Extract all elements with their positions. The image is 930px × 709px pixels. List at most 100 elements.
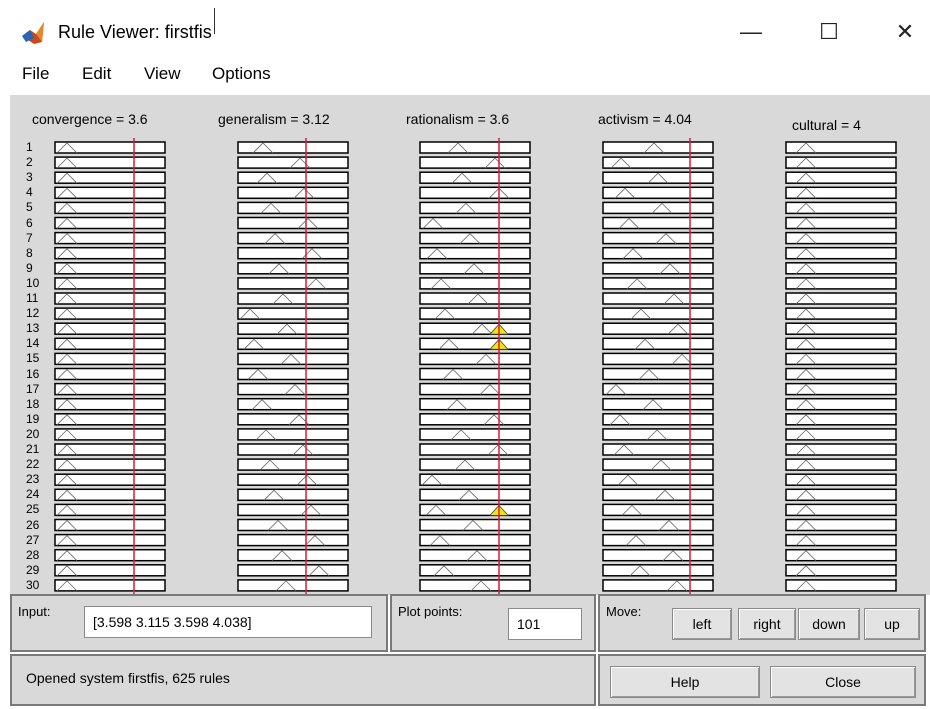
rule-cell bbox=[237, 428, 349, 441]
rule-cell bbox=[237, 231, 349, 245]
rule-cell bbox=[785, 186, 897, 200]
rule-cell bbox=[785, 201, 897, 215]
rule-cell bbox=[237, 503, 349, 517]
maximize-button[interactable]: ☐ bbox=[806, 14, 852, 50]
rule-cell bbox=[237, 292, 349, 305]
rule-cell bbox=[419, 397, 531, 411]
rule-cell bbox=[602, 262, 714, 275]
help-close-group: Help Close bbox=[598, 654, 926, 706]
rule-cell bbox=[785, 171, 897, 184]
rule-cell bbox=[237, 579, 349, 592]
menu-edit[interactable]: Edit bbox=[82, 64, 111, 84]
input-field[interactable]: [3.598 3.115 3.598 4.038] bbox=[84, 606, 372, 638]
rule-cell bbox=[785, 141, 897, 154]
rule-cell bbox=[602, 548, 714, 562]
rule-cell bbox=[237, 277, 349, 290]
menu-file[interactable]: File bbox=[22, 64, 49, 84]
rule-cell bbox=[785, 262, 897, 275]
rule-cell bbox=[785, 548, 897, 562]
window-title: Rule Viewer: firstfis bbox=[58, 22, 212, 42]
rule-cell bbox=[237, 201, 349, 215]
help-button[interactable]: Help bbox=[610, 666, 760, 698]
rule-cell bbox=[785, 292, 897, 305]
rule-cell bbox=[237, 564, 349, 577]
move-left-button[interactable]: left bbox=[672, 608, 732, 640]
rule-cell bbox=[602, 277, 714, 290]
rule-grid bbox=[54, 138, 897, 595]
rule-cell bbox=[785, 428, 897, 441]
rule-cell bbox=[237, 216, 349, 230]
rule-cell bbox=[602, 246, 714, 260]
menu-view[interactable]: View bbox=[144, 64, 181, 84]
close-window-button[interactable]: ✕ bbox=[882, 14, 928, 50]
rule-cell bbox=[785, 382, 897, 396]
rule-cell bbox=[419, 564, 531, 577]
rule-cell bbox=[237, 367, 349, 381]
rule-cell bbox=[237, 171, 349, 184]
rule-cell bbox=[419, 156, 531, 169]
rule-cell bbox=[419, 579, 531, 592]
rule-cell bbox=[237, 322, 349, 335]
close-icon: ✕ bbox=[895, 19, 915, 44]
rule-cell bbox=[785, 458, 897, 471]
rule-cell bbox=[785, 413, 897, 426]
rule-cell bbox=[785, 488, 897, 502]
minimize-icon: — bbox=[740, 19, 762, 44]
rule-viewer-window: Rule Viewer: firstfis — ☐ ✕ File Edit Vi… bbox=[0, 0, 930, 709]
text-cursor-icon bbox=[214, 8, 217, 34]
rule-cell bbox=[419, 216, 531, 230]
rule-cell bbox=[237, 352, 349, 366]
move-down-button[interactable]: down bbox=[798, 608, 860, 640]
minimize-button[interactable]: — bbox=[728, 14, 774, 50]
status-text: Opened system firstfis, 625 rules bbox=[26, 670, 230, 686]
rule-cell bbox=[602, 186, 714, 200]
move-group: Move: left right down up bbox=[598, 594, 926, 652]
rule-cell bbox=[419, 548, 531, 562]
move-up-button[interactable]: up bbox=[864, 608, 920, 640]
move-right-button[interactable]: right bbox=[738, 608, 796, 640]
rule-cell bbox=[785, 518, 897, 532]
rule-cell bbox=[419, 533, 531, 547]
rule-cell bbox=[785, 443, 897, 456]
rule-cell bbox=[785, 307, 897, 320]
title-bar: Rule Viewer: firstfis — ☐ ✕ bbox=[0, 0, 930, 56]
rule-cell bbox=[602, 171, 714, 184]
rule-cell bbox=[602, 322, 714, 335]
rule-cell bbox=[237, 458, 349, 471]
rule-cell bbox=[602, 292, 714, 305]
input-group: Input: [3.598 3.115 3.598 4.038] bbox=[10, 594, 388, 652]
rule-cell bbox=[419, 488, 531, 502]
rule-cell bbox=[785, 473, 897, 486]
rule-cell bbox=[785, 231, 897, 245]
rule-cell bbox=[419, 443, 531, 456]
rule-cell bbox=[785, 322, 897, 335]
plot-points-group: Plot points: 101 bbox=[390, 594, 596, 652]
rule-cell bbox=[419, 458, 531, 471]
rule-cell bbox=[602, 533, 714, 547]
rule-cell bbox=[419, 413, 531, 426]
close-button[interactable]: Close bbox=[770, 666, 916, 698]
rule-cell bbox=[785, 156, 897, 169]
rule-cell bbox=[419, 201, 531, 215]
rule-cell bbox=[237, 397, 349, 411]
rule-cell bbox=[785, 579, 897, 592]
rule-cell bbox=[602, 156, 714, 169]
rule-cell bbox=[419, 367, 531, 381]
rule-cell bbox=[785, 277, 897, 290]
rule-cell bbox=[602, 564, 714, 577]
rule-cell bbox=[237, 156, 349, 169]
rule-cell bbox=[785, 246, 897, 260]
rule-cell bbox=[419, 292, 531, 305]
plot-points-field[interactable]: 101 bbox=[508, 608, 582, 640]
rule-cell bbox=[602, 579, 714, 592]
rule-cell bbox=[237, 443, 349, 456]
matlab-logo-icon bbox=[22, 22, 44, 44]
rule-cell bbox=[785, 352, 897, 366]
rule-cell bbox=[419, 171, 531, 184]
rule-cell bbox=[419, 186, 531, 200]
menu-options[interactable]: Options bbox=[212, 64, 271, 84]
rule-cell bbox=[237, 548, 349, 562]
rule-cell bbox=[602, 337, 714, 351]
rule-cell bbox=[602, 307, 714, 320]
rule-cell bbox=[785, 216, 897, 230]
